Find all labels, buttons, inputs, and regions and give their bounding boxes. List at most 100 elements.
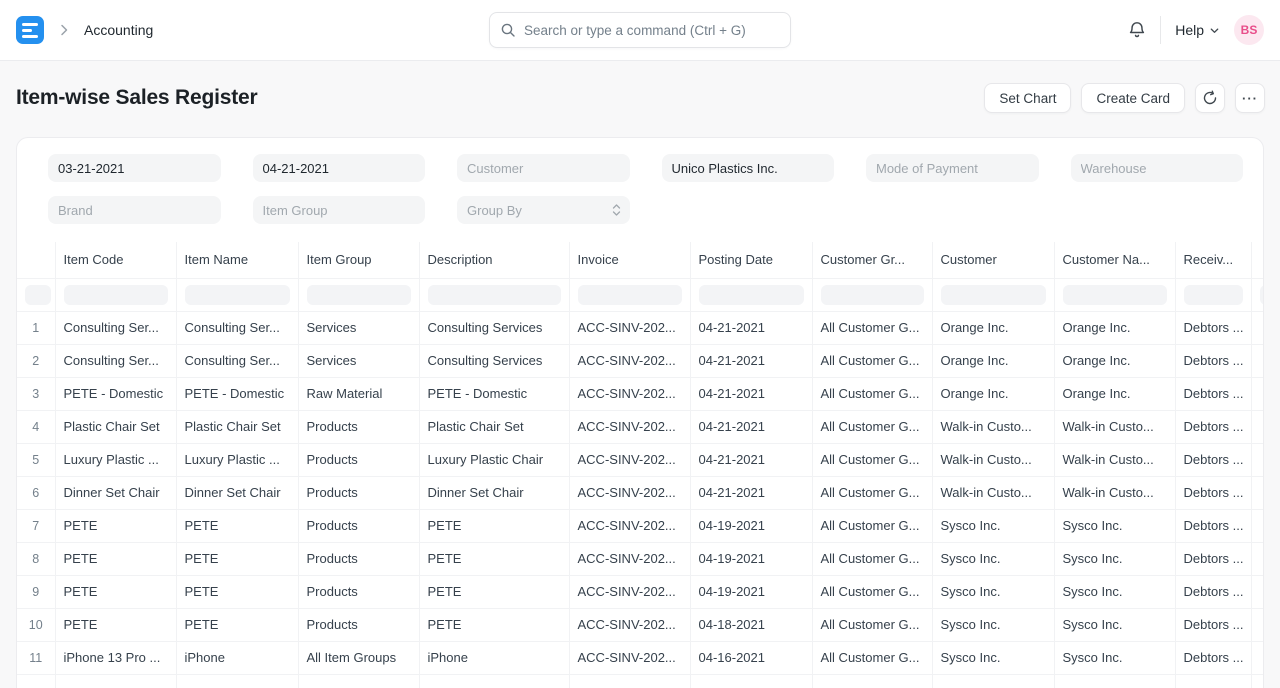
column-header[interactable]: Posting Date [690,242,812,278]
table-cell[interactable]: All Customer G... [812,410,932,443]
table-cell[interactable]: PETE [55,608,176,641]
table-cell[interactable]: Dinner Set Chair [419,476,569,509]
notifications-button[interactable] [1128,21,1146,39]
table-cell[interactable]: Consulting Services [419,311,569,344]
table-cell[interactable]: PETE - Domestic [176,377,298,410]
table-cell[interactable]: ACC-SINV-202... [569,476,690,509]
table-row[interactable]: 3 PETE - Domestic PETE - Domestic Raw Ma… [17,377,1264,410]
avatar[interactable]: BS [1234,15,1264,45]
table-cell[interactable]: Walk-in Custo... [932,410,1054,443]
app-logo-icon[interactable] [16,16,44,44]
table-cell[interactable]: 04-19-2021 [690,575,812,608]
column-header[interactable]: Customer Na... [1054,242,1175,278]
column-filter-input[interactable] [64,285,168,305]
table-cell[interactable]: All Customer G... [812,542,932,575]
table-cell[interactable]: Sysco Inc. [932,509,1054,542]
column-header[interactable]: Receiv... [1175,242,1251,278]
column-filter-input[interactable] [428,285,561,305]
table-cell[interactable]: All Customer G... [812,443,932,476]
table-cell[interactable]: PETE - Domestic [55,377,176,410]
table-cell[interactable]: PETE [176,542,298,575]
table-cell[interactable]: PETE - Domestic [419,377,569,410]
table-row[interactable]: 4 Plastic Chair Set Plastic Chair Set Pr… [17,410,1264,443]
table-cell[interactable]: Consulting Ser... [55,311,176,344]
table-cell[interactable]: ACC-SINV-202... [569,443,690,476]
table-cell[interactable]: 04-21-2021 [690,311,812,344]
column-header[interactable]: Customer [932,242,1054,278]
mode-of-payment-filter[interactable] [866,154,1039,182]
table-cell[interactable]: Debtors ... [1175,575,1251,608]
table-cell[interactable]: Products [298,575,419,608]
table-cell[interactable]: Plastic Chair Set [419,410,569,443]
table-cell[interactable]: All Customer G... [812,509,932,542]
more-options-button[interactable]: ··· [1235,83,1265,113]
table-row[interactable]: 6 Dinner Set Chair Dinner Set Chair Prod… [17,476,1264,509]
table-cell[interactable]: ACC-SINV-202... [569,641,690,674]
table-cell[interactable]: ACC-SINV-202... [569,542,690,575]
table-cell[interactable]: ACC-SINV-202... [569,311,690,344]
table-row[interactable]: 10 PETE PETE Products PETE ACC-SINV-202.… [17,608,1264,641]
table-cell[interactable]: Orange Inc. [1054,311,1175,344]
table-cell[interactable]: 04-21-2021 [690,344,812,377]
table-cell[interactable]: Orange Inc. [932,344,1054,377]
table-cell[interactable]: Debtors ... [1175,443,1251,476]
table-cell[interactable]: 04-21-2021 [690,443,812,476]
table-cell[interactable]: Plastic Chair Set [55,410,176,443]
table-row[interactable]: 1 Consulting Ser... Consulting Ser... Se… [17,311,1264,344]
column-header[interactable]: Item Name [176,242,298,278]
table-cell[interactable]: PETE [419,542,569,575]
table-cell[interactable]: All Customer G... [812,641,932,674]
table-cell[interactable]: 04-19-2021 [690,509,812,542]
table-cell[interactable]: Dinner Set Chair [176,476,298,509]
table-cell[interactable]: PETE [419,575,569,608]
table-row[interactable]: 2 Consulting Ser... Consulting Ser... Se… [17,344,1264,377]
table-cell[interactable]: Walk-in Custo... [1054,476,1175,509]
table-cell[interactable]: Luxury Plastic ... [176,443,298,476]
table-cell[interactable]: PETE [176,575,298,608]
column-header[interactable]: Item Group [298,242,419,278]
breadcrumb-item-accounting[interactable]: Accounting [84,22,153,38]
table-cell[interactable]: PETE [176,608,298,641]
table-cell[interactable]: All Customer G... [812,311,932,344]
table-cell[interactable]: Consulting Services [419,344,569,377]
table-cell[interactable]: 04-18-2021 [690,608,812,641]
column-filter-input[interactable] [1063,285,1167,305]
table-cell[interactable]: ACC-SINV-202... [569,344,690,377]
table-cell[interactable]: All Customer G... [812,575,932,608]
table-cell[interactable]: Walk-in Custo... [932,476,1054,509]
column-filter-input[interactable] [1184,285,1243,305]
table-cell[interactable]: Debtors ... [1175,344,1251,377]
table-cell[interactable]: Orange Inc. [932,311,1054,344]
table-cell[interactable]: Consulting Ser... [176,311,298,344]
table-cell[interactable]: Orange Inc. [1054,377,1175,410]
table-cell[interactable]: Debtors ... [1175,608,1251,641]
table-cell[interactable]: Debtors ... [1175,641,1251,674]
table-row[interactable]: 11 iPhone 13 Pro ... iPhone All Item Gro… [17,641,1264,674]
table-cell[interactable]: PETE [419,608,569,641]
table-cell[interactable]: Sysco Inc. [932,641,1054,674]
table-cell[interactable]: 04-19-2021 [690,542,812,575]
column-filter-input[interactable] [1260,285,1265,305]
table-cell[interactable]: PETE [55,509,176,542]
table-cell[interactable]: Plastic Chair Set [176,410,298,443]
column-filter-input[interactable] [25,285,51,305]
column-filter-input[interactable] [941,285,1046,305]
table-row[interactable]: 8 PETE PETE Products PETE ACC-SINV-202..… [17,542,1264,575]
table-cell[interactable]: ACC-SINV-202... [569,509,690,542]
column-filter-input[interactable] [185,285,290,305]
help-menu-button[interactable]: Help [1175,22,1220,38]
table-cell[interactable]: Sysco Inc. [932,542,1054,575]
column-header[interactable]: Customer Gr... [812,242,932,278]
table-cell[interactable]: 04-21-2021 [690,410,812,443]
column-header[interactable]: Item Code [55,242,176,278]
table-cell[interactable]: Products [298,608,419,641]
group-by-select[interactable] [457,196,630,224]
company-filter[interactable] [662,154,835,182]
from-date-filter[interactable] [48,154,221,182]
table-cell[interactable]: iPhone [176,641,298,674]
global-search[interactable] [489,12,791,48]
table-cell[interactable]: Products [298,443,419,476]
search-input[interactable] [524,23,780,38]
table-cell[interactable]: Debtors ... [1175,410,1251,443]
table-cell[interactable]: Sysco Inc. [932,608,1054,641]
